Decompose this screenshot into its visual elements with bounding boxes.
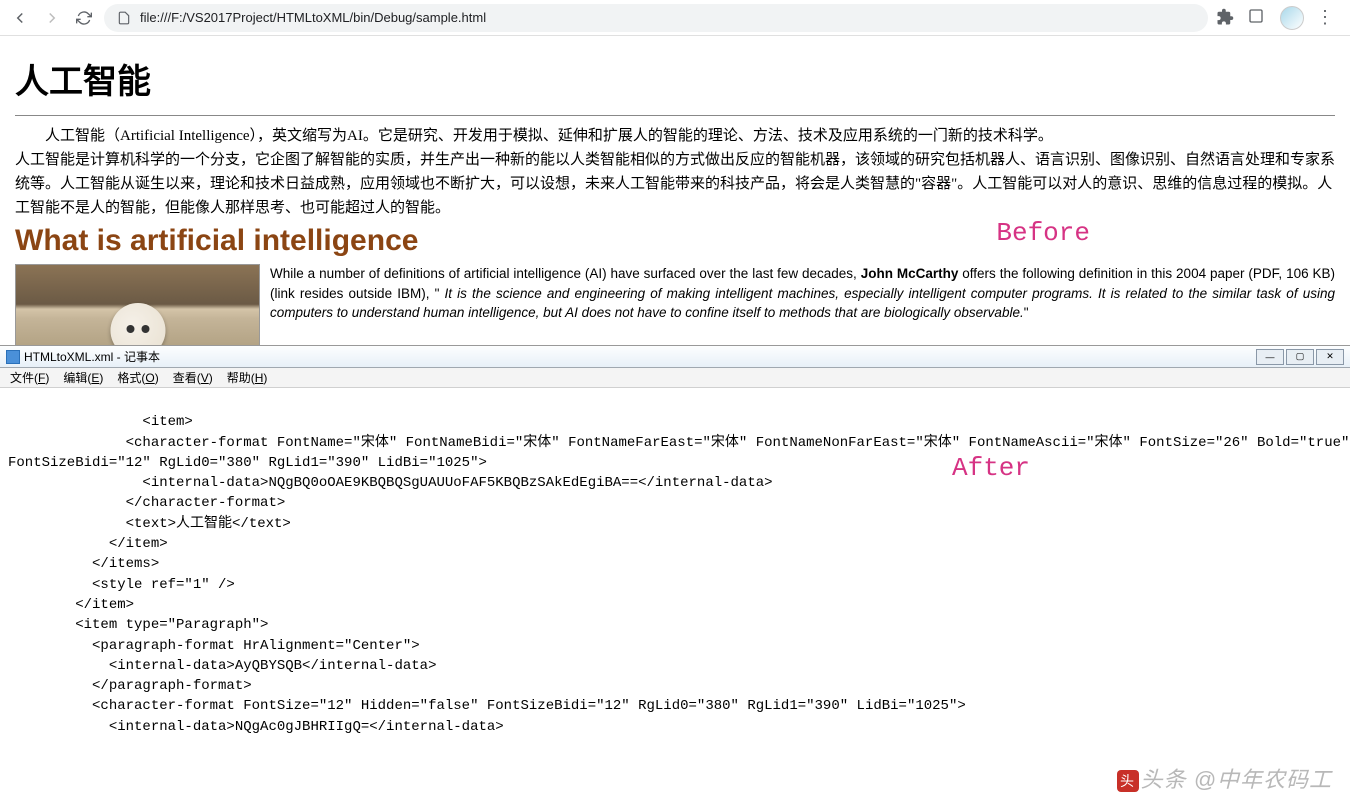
after-label: After bbox=[952, 450, 1030, 488]
watermark-logo: 头 bbox=[1117, 770, 1139, 792]
profile-avatar[interactable] bbox=[1280, 6, 1304, 30]
maximize-button[interactable]: ▢ bbox=[1286, 349, 1314, 365]
notepad-titlebar[interactable]: HTMLtoXML.xml - 记事本 — ▢ ✕ bbox=[0, 346, 1350, 368]
page-title: 人工智能 bbox=[15, 54, 1335, 103]
window-icon[interactable] bbox=[1248, 8, 1268, 28]
menu-edit[interactable]: 编辑(E) bbox=[57, 367, 109, 388]
xml-content: <item> <character-format FontName="宋体" F… bbox=[8, 414, 1349, 734]
extensions-icon[interactable] bbox=[1216, 8, 1236, 28]
back-button[interactable] bbox=[8, 6, 32, 30]
intro-rest: 人工智能是计算机科学的一个分支，它企图了解智能的实质，并生产出一种新的能以人类智… bbox=[15, 148, 1335, 220]
notepad-menubar: 文件(F) 编辑(E) 格式(O) 查看(V) 帮助(H) bbox=[0, 368, 1350, 388]
notepad-window: HTMLtoXML.xml - 记事本 — ▢ ✕ 文件(F) 编辑(E) 格式… bbox=[0, 345, 1350, 660]
close-button[interactable]: ✕ bbox=[1316, 349, 1344, 365]
divider bbox=[15, 115, 1335, 116]
intro-indent: 人工智能（Artificial Intelligence），英文缩写为AI。它是… bbox=[15, 124, 1335, 148]
notepad-icon bbox=[6, 350, 20, 364]
file-icon bbox=[116, 10, 132, 26]
reload-button[interactable] bbox=[72, 6, 96, 30]
menu-help[interactable]: 帮助(H) bbox=[221, 367, 274, 388]
browser-toolbar: file:///F:/VS2017Project/HTMLtoXML/bin/D… bbox=[0, 0, 1350, 36]
notepad-body[interactable]: <item> <character-format FontName="宋体" F… bbox=[0, 388, 1350, 802]
menu-dots-icon[interactable]: ⋮ bbox=[1316, 7, 1334, 28]
address-bar[interactable]: file:///F:/VS2017Project/HTMLtoXML/bin/D… bbox=[104, 4, 1208, 32]
before-label: Before bbox=[996, 218, 1090, 248]
menu-format[interactable]: 格式(O) bbox=[111, 367, 164, 388]
url-text: file:///F:/VS2017Project/HTMLtoXML/bin/D… bbox=[140, 10, 486, 25]
notepad-title: HTMLtoXML.xml - 记事本 bbox=[24, 348, 160, 365]
menu-file[interactable]: 文件(F) bbox=[4, 367, 55, 388]
forward-button[interactable] bbox=[40, 6, 64, 30]
browser-right-controls: ⋮ bbox=[1216, 6, 1342, 30]
minimize-button[interactable]: — bbox=[1256, 349, 1284, 365]
section-heading: What is artificial intelligence bbox=[15, 224, 1335, 258]
menu-view[interactable]: 查看(V) bbox=[167, 367, 219, 388]
watermark: 头头条 @中年农码工 bbox=[1117, 764, 1332, 796]
